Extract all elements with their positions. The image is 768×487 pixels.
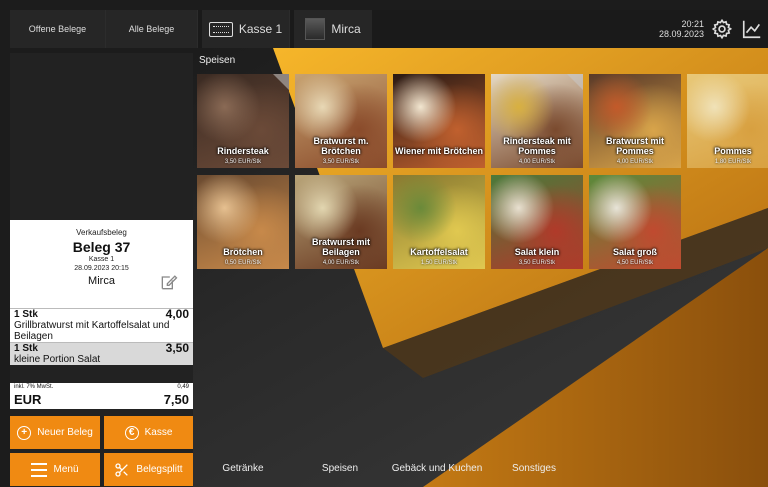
split-receipt-label: Belegsplitt [136,464,183,475]
product-tile[interactable]: Brötchen 0,50 EUR/Stk [197,175,289,269]
register-label: Kasse 1 [238,22,283,36]
product-name: Bratwurst m. Brötchen [313,136,369,156]
product-tile[interactable]: Pommes 1,80 EUR/Stk [687,74,768,168]
settings-icon[interactable] [710,17,734,41]
line-qty: 1 Stk [14,309,38,320]
tab-getraenke[interactable]: Getränke [193,463,293,475]
product-tile[interactable]: Rindersteak 3,50 EUR/Stk [197,74,289,168]
info-corner-icon[interactable] [273,74,289,90]
product-price: 4,00 EUR/Stk [322,260,360,266]
user-label: Mirca [331,22,361,36]
clock-time: 20:21 [681,19,704,29]
product-name: Salat groß [612,247,657,257]
product-tile[interactable]: Salat klein 3,50 EUR/Stk [491,175,583,269]
keyboard-icon [208,21,233,37]
plus-icon: + [17,425,32,440]
product-price: 0,50 EUR/Stk [224,260,262,266]
line-price: 3,50 [165,341,189,355]
product-price: 4,50 EUR/Stk [616,260,654,266]
statistics-icon[interactable] [740,17,764,41]
edit-icon[interactable] [159,272,179,292]
action-buttons: + Neuer Beleg € Kasse Menü Belegsplitt [10,416,193,487]
receipt-line[interactable]: 1 Stk 4,00 Grillbratwurst mit Kartoffels… [10,308,193,342]
product-name: Kartoffelsalat [410,247,468,257]
line-name: Grillbratwurst mit Kartoffelsalat und Be… [14,320,170,342]
line-price: 4,00 [165,307,189,321]
menu-button[interactable]: Menü [10,453,100,486]
product-price: 3,50 EUR/Stk [518,260,556,266]
checkout-button[interactable]: € Kasse [104,416,193,449]
tab-sonstiges[interactable]: Sonstiges [487,463,581,475]
tab-gebaeck[interactable]: Gebäck und Kuchen [387,463,487,475]
product-price: 4,00 EUR/Stk [616,159,654,165]
product-name: Brötchen [223,247,263,257]
product-tile[interactable]: Kartoffelsalat 1,50 EUR/Stk [393,175,485,269]
coin-icon: € [124,425,139,440]
line-name: kleine Portion Salat [14,354,101,365]
tab-speisen[interactable]: Speisen [293,463,387,475]
receipt-header: Verkaufsbeleg Beleg 37 Kasse 1 28.09.202… [10,220,193,308]
product-name: Bratwurst mit Pommes [605,136,664,156]
new-receipt-label: Neuer Beleg [37,427,93,438]
product-price: 1,80 EUR/Stk [714,159,752,165]
receipt-type: Verkaufsbeleg [76,228,127,237]
product-tile[interactable]: Bratwurst mit Pommes 4,00 EUR/Stk [589,74,681,168]
receipt-number: Beleg 37 [72,239,131,255]
currency-label: EUR [14,392,42,407]
category-tabs: Getränke Speisen Gebäck und Kuchen Sonst… [193,450,768,487]
checkout-label: Kasse [144,427,173,438]
tax-value: 0,49 [177,384,189,390]
product-name: Rindersteak mit Pommes [503,136,571,156]
product-tile[interactable]: Wiener mit Brötchen [393,74,485,168]
product-name: Wiener mit Brötchen [395,146,483,156]
product-tile[interactable]: Salat groß 4,50 EUR/Stk [589,175,681,269]
receipt-line-selected[interactable]: 1 Stk 3,50 kleine Portion Salat [10,342,193,365]
product-name: Salat klein [514,247,560,257]
product-price: 3,50 EUR/Stk [322,159,360,165]
header-right: 20:21 28.09.2023 [659,17,768,41]
product-name: Bratwurst mit Beilagen [311,237,370,257]
register-button[interactable]: Kasse 1 [202,10,290,48]
menu-icon [31,462,48,477]
clock: 20:21 28.09.2023 [659,19,704,39]
product-tile[interactable]: Rindersteak mit Pommes 4,00 EUR/Stk [491,74,583,168]
info-corner-icon[interactable] [567,74,583,90]
top-bar: Offene Belege Alle Belege Kasse 1 Mirca … [10,10,768,48]
line-qty: 1 Stk [14,343,38,354]
section-title: Speisen [199,55,236,66]
new-receipt-button[interactable]: + Neuer Beleg [10,416,100,449]
receipt-panel: Verkaufsbeleg Beleg 37 Kasse 1 28.09.202… [10,53,193,487]
product-area: Speisen Rindersteak 3,50 EUR/Stk Bratwurst… [193,48,768,487]
menu-label: Menü [53,464,79,475]
total-value: 7,50 [163,392,189,407]
product-price: 1,50 EUR/Stk [420,260,458,266]
clock-date: 28.09.2023 [658,29,704,39]
product-tile[interactable]: Bratwurst m. Brötchen 3,50 EUR/Stk [295,74,387,168]
user-avatar [305,18,326,40]
product-tile[interactable]: Bratwurst mit Beilagen 4,00 EUR/Stk [295,175,387,269]
product-name: Rindersteak [217,146,269,156]
split-receipt-button[interactable]: Belegsplitt [104,453,193,486]
receipt: Verkaufsbeleg Beleg 37 Kasse 1 28.09.202… [10,220,193,365]
product-price: 4,00 EUR/Stk [518,159,556,165]
open-receipts-button[interactable]: Offene Belege [10,10,106,48]
product-name: Pommes [714,146,752,156]
tax-label: inkl. 7% MwSt. [14,384,54,390]
all-receipts-button[interactable]: Alle Belege [106,10,198,48]
product-price: 3,50 EUR/Stk [224,159,262,165]
receipt-totals: inkl. 7% MwSt. 0,49 EUR 7,50 [10,383,193,409]
user-button[interactable]: Mirca [294,10,372,48]
scissors-icon [115,462,129,477]
receipt-register: Kasse 1 [88,256,115,263]
